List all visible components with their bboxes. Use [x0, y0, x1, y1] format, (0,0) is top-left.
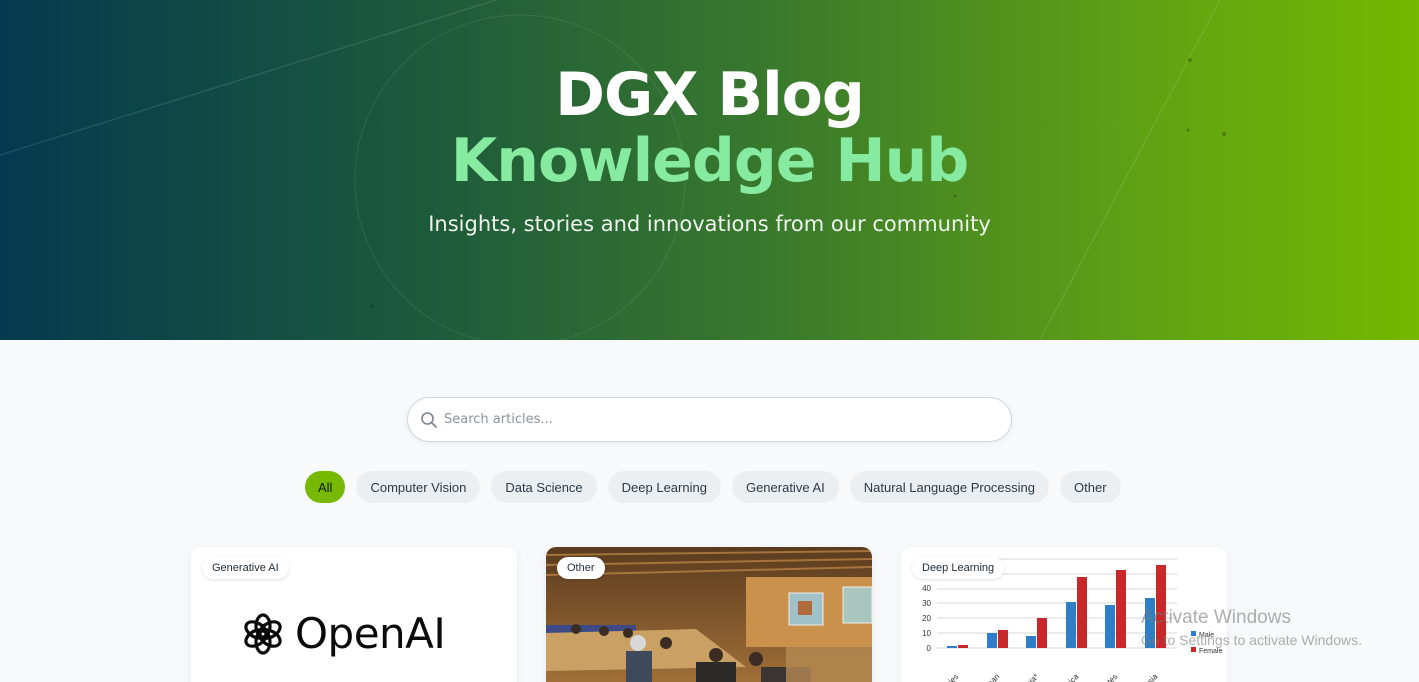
activate-windows-title: Activate Windows — [1141, 607, 1291, 628]
hero-title: DGX Blog — [555, 60, 865, 130]
y-tick: 30 — [922, 599, 931, 608]
filter-generative-ai[interactable]: Generative AI — [731, 471, 839, 503]
filter-all[interactable]: All — [305, 471, 346, 503]
filter-natural-language-processing[interactable]: Natural Language Processing — [849, 471, 1050, 503]
article-card[interactable]: Other — [546, 547, 872, 682]
hero-tagline: Insights, stories and innovations from o… — [428, 212, 991, 236]
hero-subtitle: Knowledge Hub — [450, 126, 969, 196]
openai-logo-text: OpenAI — [295, 609, 446, 658]
filter-deep-learning[interactable]: Deep Learning — [607, 471, 721, 503]
activate-windows-subtitle: Go to Settings to activate Windows. — [1141, 632, 1362, 648]
search-bar[interactable] — [407, 397, 1012, 442]
category-filters: All Computer Vision Data Science Deep Le… — [305, 471, 1121, 503]
filter-other[interactable]: Other — [1060, 471, 1121, 503]
hero-banner: DGX Blog Knowledge Hub Insights, stories… — [0, 0, 1419, 340]
category-badge: Generative AI — [202, 557, 289, 579]
article-card[interactable]: Generative AI OpenAI — [191, 547, 517, 682]
search-icon — [421, 412, 437, 428]
legend-female: Female — [1199, 648, 1222, 655]
category-badge: Deep Learning — [912, 557, 1005, 579]
y-tick: 10 — [922, 629, 931, 638]
openai-logo: OpenAI — [241, 609, 446, 658]
y-tick: 20 — [922, 614, 931, 623]
y-tick: 0 — [927, 644, 932, 653]
filter-data-science[interactable]: Data Science — [491, 471, 597, 503]
search-input[interactable] — [444, 398, 1004, 441]
y-tick: 40 — [922, 584, 931, 593]
filter-computer-vision[interactable]: Computer Vision — [356, 471, 481, 503]
openai-knot-icon — [244, 612, 282, 655]
category-badge: Other — [557, 557, 605, 579]
